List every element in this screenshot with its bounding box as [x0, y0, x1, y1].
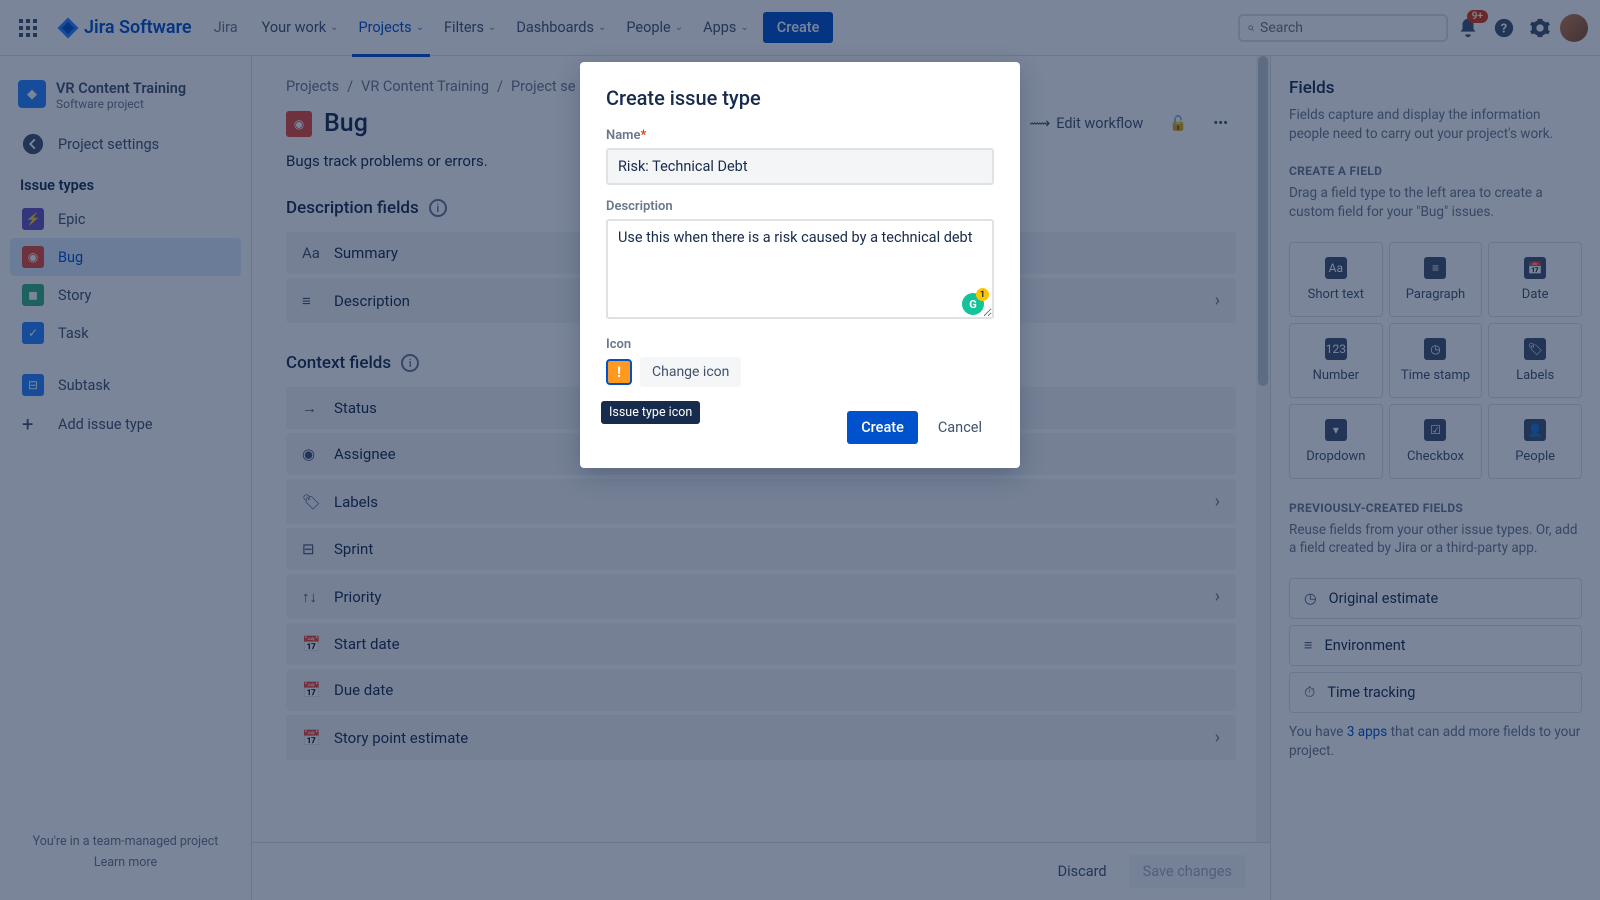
create-issue-type-modal: Create issue type Name* Description Use … — [580, 62, 1020, 468]
name-label: Name* — [606, 128, 994, 143]
description-input[interactable]: Use this when there is a risk caused by … — [606, 219, 994, 319]
modal-title: Create issue type — [606, 86, 994, 110]
modal-create-button[interactable]: Create — [847, 411, 918, 444]
icon-label: Icon — [606, 337, 994, 352]
modal-scrim[interactable]: Create issue type Name* Description Use … — [0, 0, 1600, 900]
modal-cancel-button[interactable]: Cancel — [926, 411, 994, 444]
issue-type-icon-preview[interactable]: ! — [606, 359, 632, 385]
change-icon-button[interactable]: Change icon — [640, 357, 741, 387]
icon-tooltip: Issue type icon — [601, 401, 700, 424]
name-input[interactable] — [606, 148, 994, 185]
description-label: Description — [606, 199, 994, 214]
grammarly-icon[interactable]: G — [962, 293, 984, 315]
